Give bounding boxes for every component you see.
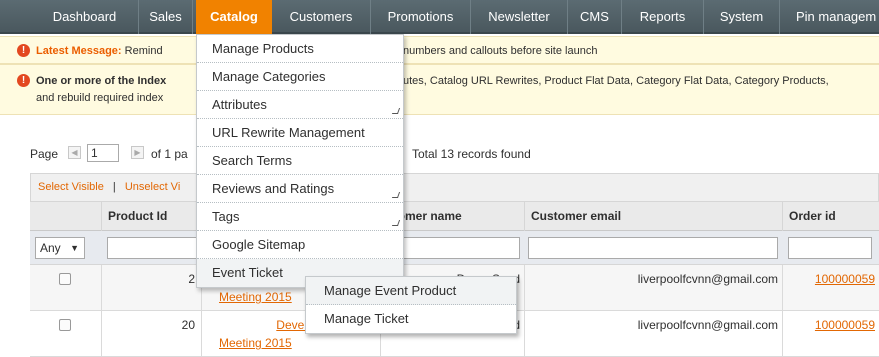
prev-page-icon[interactable]: ◀ <box>68 146 81 159</box>
latest-message-bar: ! Latest Message: Remind numbers and cal… <box>0 36 879 64</box>
separator: | <box>112 181 116 193</box>
menu-item-reviews-ratings[interactable]: Reviews and Ratings <box>197 175 403 203</box>
of-pages-label: of 1 pa <box>151 147 188 161</box>
menu-item-label: Reviews and Ratings <box>212 181 335 196</box>
total-records: Total 13 records found <box>412 147 531 161</box>
chevron-down-icon: ▼ <box>70 243 79 253</box>
nav-newsletter[interactable]: Newsletter <box>471 0 568 34</box>
header-customer-email[interactable]: Customer email <box>524 202 782 231</box>
latest-message-text: Remind <box>124 45 163 57</box>
product-id-value: 2 <box>188 272 195 286</box>
main-nav: Dashboard Sales Catalog Customers Promot… <box>0 0 879 34</box>
warning-icon: ! <box>17 44 30 57</box>
product-name-line2[interactable]: Meeting 2015 <box>219 336 292 350</box>
menu-item-search-terms[interactable]: Search Terms <box>197 147 403 175</box>
grid-header: Product Id stomer name Customer email Or… <box>30 202 879 231</box>
customer-email-value: liverpoolfcvnn@gmail.com <box>637 272 778 286</box>
nav-dashboard[interactable]: Dashboard <box>31 0 139 34</box>
header-order-id[interactable]: Order id <box>782 202 879 231</box>
any-select[interactable]: Any ▼ <box>35 237 85 259</box>
product-name-line2[interactable]: Meeting 2015 <box>219 290 292 304</box>
event-ticket-submenu: Manage Event Product Manage Ticket <box>305 276 517 334</box>
menu-item-url-rewrite[interactable]: URL Rewrite Management <box>197 119 403 147</box>
menu-item-manage-event-product[interactable]: Manage Event Product <box>306 277 516 305</box>
next-page-icon[interactable]: ▶ <box>131 146 144 159</box>
menu-item-label: Attributes <box>212 97 267 112</box>
menu-item-google-sitemap[interactable]: Google Sitemap <box>197 231 403 259</box>
nav-catalog[interactable]: Catalog <box>196 0 272 34</box>
any-select-value: Any <box>40 241 61 255</box>
latest-message-label: Latest Message: <box>36 45 122 57</box>
menu-item-manage-products[interactable]: Manage Products <box>197 35 403 63</box>
order-id-link[interactable]: 100000059 <box>815 318 875 332</box>
page-label: Page <box>30 147 59 161</box>
page-input[interactable]: 1 <box>87 144 119 162</box>
menu-item-attributes[interactable]: Attributes <box>197 91 403 119</box>
order-id-filter[interactable] <box>788 237 872 259</box>
index-message-text-right: utes, Catalog URL Rewrites, Product Flat… <box>403 75 829 87</box>
latest-message-text-right: numbers and callouts before site launch <box>403 45 598 57</box>
unselect-visible-link[interactable]: Unselect Vi <box>125 181 180 193</box>
nav-reports[interactable]: Reports <box>622 0 704 34</box>
nav-promotions[interactable]: Promotions <box>371 0 471 34</box>
product-id-value: 20 <box>181 318 195 332</box>
index-message-line2: and rebuild required index <box>36 92 164 104</box>
massaction-bar: Select Visible | Unselect Vi <box>30 173 879 202</box>
submenu-arrow-icon <box>391 192 401 198</box>
order-id-link[interactable]: 100000059 <box>815 272 875 286</box>
submenu-arrow-icon <box>391 220 401 226</box>
row-checkbox[interactable] <box>59 273 71 285</box>
nav-pin-management[interactable]: Pin managem <box>780 0 879 34</box>
menu-item-manage-categories[interactable]: Manage Categories <box>197 63 403 91</box>
select-visible-link[interactable]: Select Visible <box>38 181 104 193</box>
customer-email-value: liverpoolfcvnn@gmail.com <box>637 318 778 332</box>
menu-item-manage-ticket[interactable]: Manage Ticket <box>306 305 516 333</box>
catalog-dropdown-menu: Manage Products Manage Categories Attrib… <box>196 34 404 288</box>
nav-sales[interactable]: Sales <box>139 0 193 34</box>
nav-cms[interactable]: CMS <box>568 0 622 34</box>
nav-system[interactable]: System <box>704 0 780 34</box>
filter-row: Any ▼ <box>30 231 879 265</box>
row-checkbox[interactable] <box>59 319 71 331</box>
customer-email-filter[interactable] <box>528 237 778 259</box>
header-checkbox-col <box>30 202 101 231</box>
index-message-label: One or more of the Index <box>36 75 167 87</box>
index-message-bar: ! One or more of the Index utes, Catalog… <box>0 64 879 115</box>
submenu-arrow-icon <box>391 108 401 114</box>
nav-customers[interactable]: Customers <box>272 0 371 34</box>
warning-icon: ! <box>17 74 30 87</box>
menu-item-label: Tags <box>212 209 240 224</box>
menu-item-tags[interactable]: Tags <box>197 203 403 231</box>
product-id-filter[interactable] <box>107 237 207 259</box>
